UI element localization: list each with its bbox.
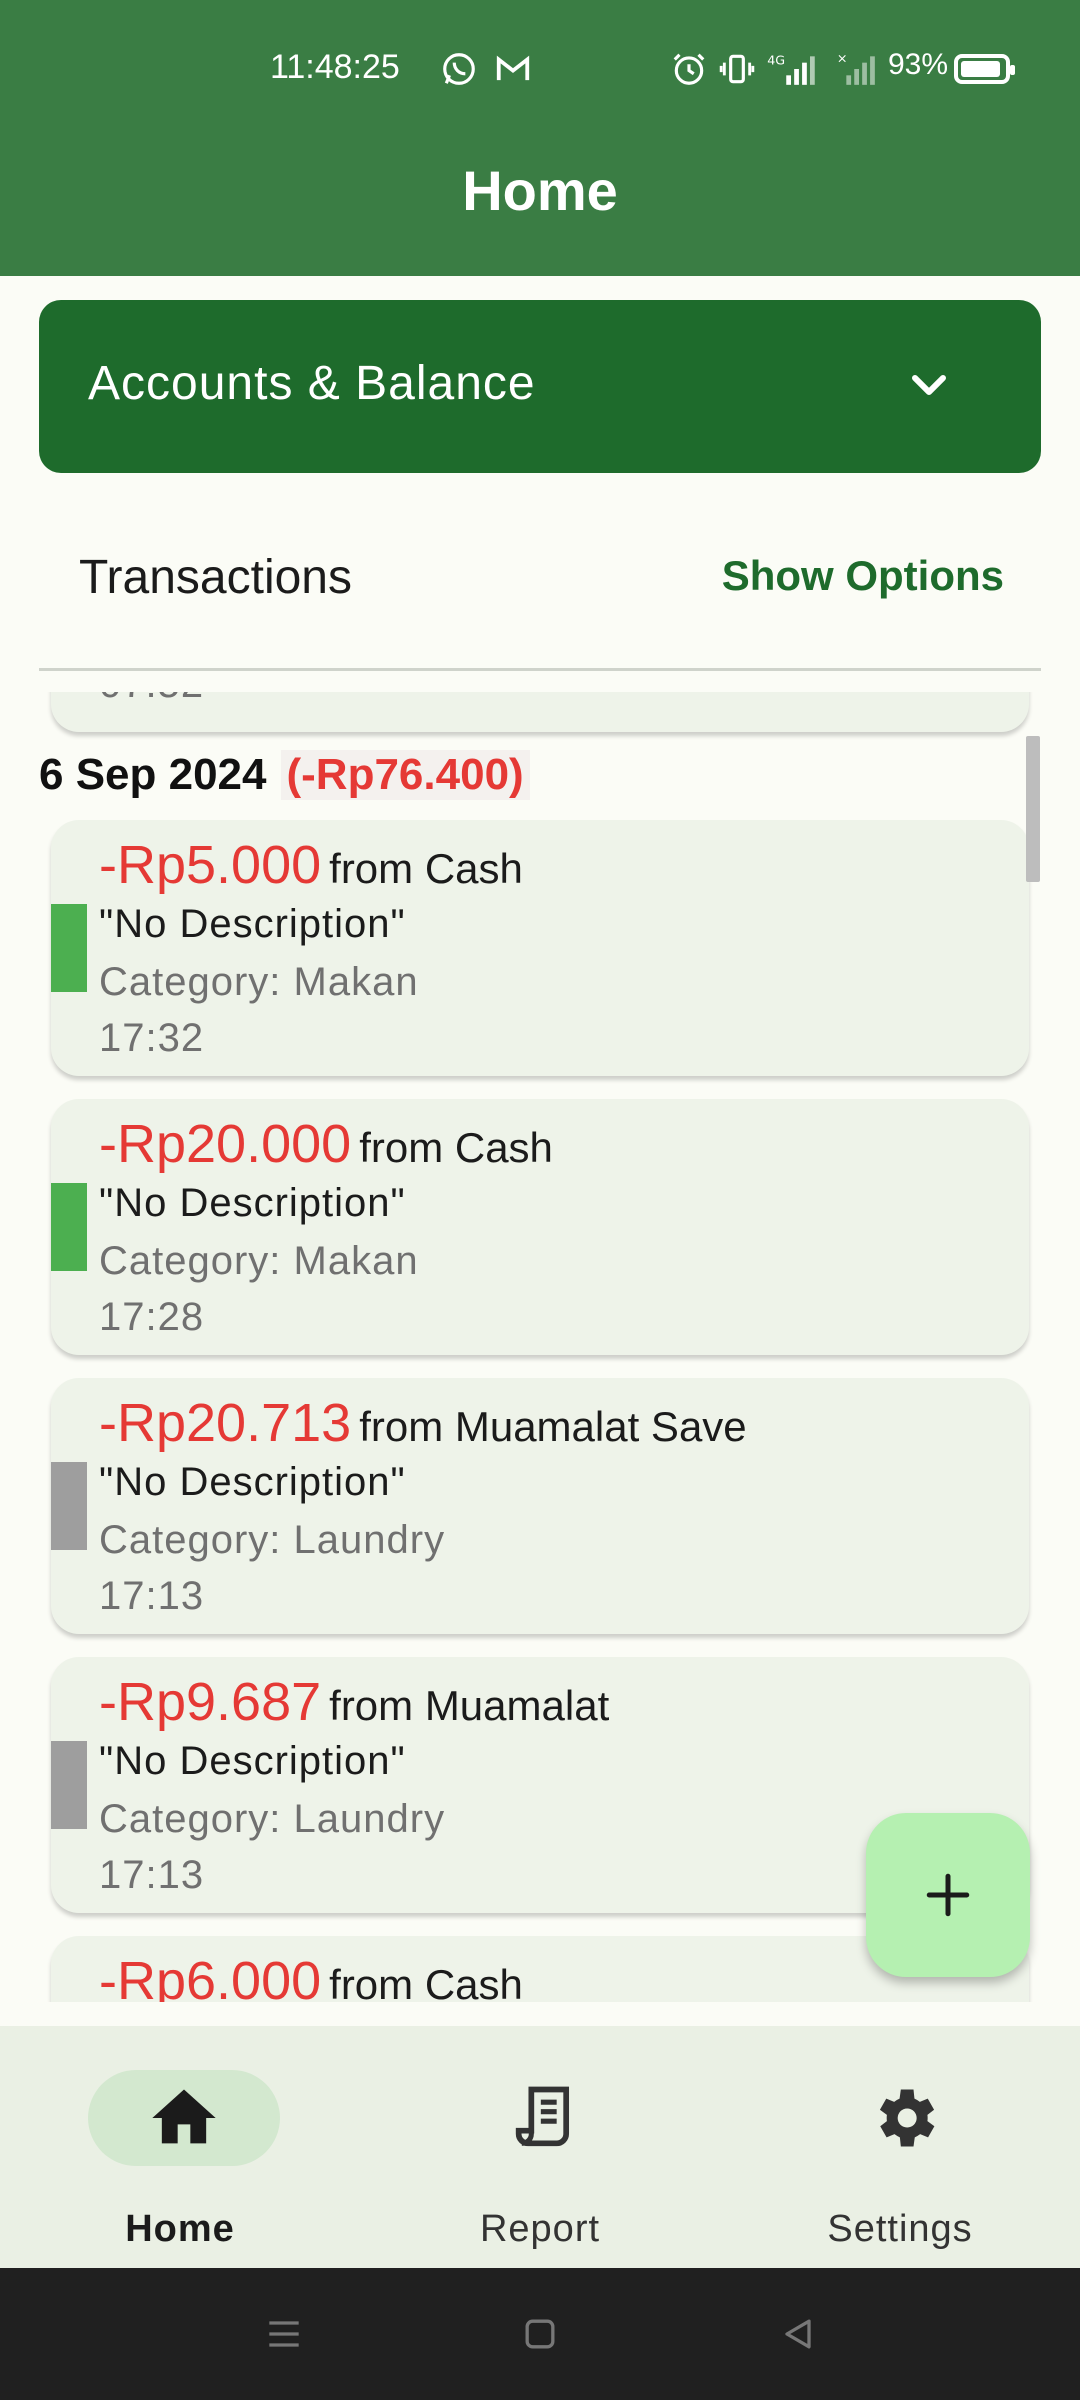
transaction-time: 17:13 [99, 1574, 205, 1618]
category-color-bar [51, 1183, 87, 1271]
page-title: Home [462, 159, 618, 222]
home-button-icon[interactable] [518, 2312, 562, 2361]
date-group-header: 6 Sep 2024 (-Rp76.400) [39, 750, 530, 810]
whatsapp-icon [440, 50, 478, 97]
list-item[interactable]: 07:52 [51, 692, 1029, 732]
category-color-bar [51, 1462, 87, 1550]
status-bar: 11:48:25 4G × 93% [0, 44, 1080, 94]
transaction-description: "No Description" [99, 902, 406, 946]
transactions-title: Transactions [79, 551, 352, 604]
receipt-icon [515, 2086, 570, 2147]
vibrate-icon [718, 50, 756, 97]
svg-text:×: × [837, 51, 848, 66]
transaction-description: "No Description" [99, 1181, 406, 1225]
back-icon[interactable] [776, 2312, 820, 2361]
transaction-source: from Cash [359, 1124, 553, 1171]
transaction-description: "No Description" [99, 1739, 406, 1783]
transaction-time: 17:28 [99, 1295, 205, 1339]
transaction-amount: -Rp6.000 [99, 1951, 322, 2002]
category-color-bar [51, 1741, 87, 1829]
gear-icon [879, 2089, 935, 2147]
nav-report[interactable]: Report [420, 2070, 660, 2250]
alarm-icon [670, 50, 708, 97]
transaction-category: Category: Laundry [99, 1518, 446, 1562]
transaction-source: from Muamalat Save [359, 1403, 747, 1450]
transaction-time: 17:13 [99, 1853, 205, 1897]
category-color-bar [51, 904, 87, 992]
transaction-description: "No Description" [99, 1460, 406, 1504]
transaction-category: Category: Makan [99, 960, 419, 1004]
transaction-source: from Cash [329, 845, 523, 892]
chevron-down-icon [905, 360, 953, 413]
status-time: 11:48:25 [270, 48, 400, 86]
plus-icon [926, 1873, 970, 1917]
battery-percent: 93% [888, 48, 949, 81]
svg-text:4G: 4G [767, 52, 785, 67]
gmail-icon [494, 50, 532, 97]
show-options-button[interactable]: Show Options [722, 552, 1004, 600]
nav-settings[interactable]: Settings [780, 2070, 1020, 2250]
divider [39, 668, 1041, 671]
date-group-total: (-Rp76.400) [280, 750, 530, 800]
bottom-navigation: Home Report Settings [0, 2026, 1080, 2268]
transaction-source: from Muamalat [329, 1682, 610, 1729]
nav-label: Home [125, 2208, 235, 2250]
add-transaction-button[interactable] [866, 1813, 1030, 1977]
home-icon [152, 2089, 216, 2144]
transaction-time: 17:32 [99, 1016, 205, 1060]
transaction-source: from Cash [329, 1961, 523, 2002]
date-group-date: 6 Sep 2024 [39, 750, 267, 799]
nav-label: Settings [827, 2208, 973, 2250]
transaction-time: 07:52 [99, 692, 204, 707]
accounts-balance-card[interactable]: Accounts & Balance [39, 300, 1041, 473]
transaction-card[interactable]: -Rp20.000 from Cash "No Description" Cate… [51, 1099, 1029, 1355]
transaction-amount: -Rp20.713 [99, 1393, 352, 1453]
4g-signal-icon: 4G [766, 50, 816, 97]
transaction-amount: -Rp9.687 [99, 1672, 322, 1732]
transaction-amount: -Rp5.000 [99, 835, 322, 895]
menu-icon[interactable] [262, 2312, 306, 2361]
nav-label: Report [479, 2208, 601, 2250]
transactions-header: Transactions Show Options [0, 540, 1080, 610]
signal-icon: × [836, 50, 882, 97]
scrollbar[interactable] [1026, 736, 1040, 882]
accounts-balance-label: Accounts & Balance [88, 357, 536, 410]
transaction-amount: -Rp20.000 [99, 1114, 352, 1174]
app-bar: 11:48:25 4G × 93% Home [0, 0, 1080, 276]
transaction-card[interactable]: -Rp20.713 from Muamalat Save "No Descript… [51, 1378, 1029, 1634]
transaction-category: Category: Makan [99, 1239, 419, 1283]
transaction-card[interactable]: -Rp5.000 from Cash "No Description" Categ… [51, 820, 1029, 1076]
battery-icon [954, 54, 1015, 84]
nav-home[interactable]: Home [60, 2070, 300, 2250]
transactions-list[interactable]: 07:52 6 Sep 2024(-Rp76.400) -Rp5.000from… [0, 692, 1080, 2002]
system-navigation-bar [0, 2268, 1080, 2400]
transaction-category: Category: Laundry [99, 1797, 446, 1841]
